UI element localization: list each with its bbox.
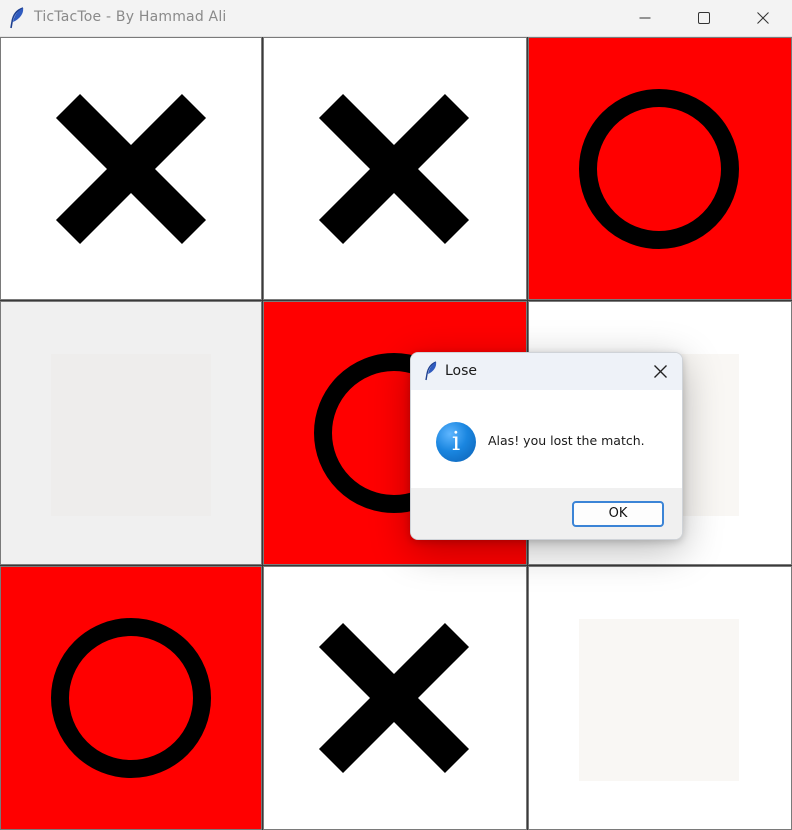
x-mark-icon (318, 93, 470, 245)
app-window: TicTacToe - By Hammad Ali Lose i Alas! y… (0, 0, 792, 830)
dialog-body: i Alas! you lost the match. (411, 390, 682, 488)
dialog-title: Lose (445, 363, 478, 379)
board-cell-r1-c2[interactable] (263, 37, 527, 300)
dialog-title-bar[interactable]: Lose (411, 353, 682, 390)
feather-icon (10, 7, 24, 29)
ok-button[interactable]: OK (572, 501, 664, 527)
board-cell-r3-c2[interactable] (263, 566, 527, 830)
dialog-message: Alas! you lost the match. (488, 433, 645, 448)
empty-cell-placeholder (579, 619, 739, 781)
close-icon (654, 365, 667, 378)
maximize-icon (698, 12, 710, 24)
title-bar[interactable]: TicTacToe - By Hammad Ali (0, 0, 792, 37)
info-icon: i (436, 422, 476, 462)
board-cell-r1-c1[interactable] (0, 37, 262, 300)
x-mark-icon (318, 622, 470, 774)
close-button[interactable] (740, 0, 786, 36)
board-cell-r3-c3[interactable] (528, 566, 792, 830)
close-icon (757, 12, 769, 24)
board-cell-r1-c3[interactable] (528, 37, 792, 300)
minimize-button[interactable] (622, 0, 668, 36)
lose-dialog: Lose i Alas! you lost the match. OK (410, 352, 683, 540)
dialog-footer: OK (411, 488, 682, 539)
dialog-close-button[interactable] (649, 361, 673, 383)
feather-icon (425, 361, 437, 381)
empty-cell-placeholder (51, 354, 211, 516)
x-mark-icon (55, 93, 207, 245)
maximize-button[interactable] (681, 0, 727, 36)
o-mark-icon (579, 89, 739, 249)
minimize-icon (639, 17, 651, 19)
board-cell-r2-c1[interactable] (0, 301, 262, 565)
window-title: TicTacToe - By Hammad Ali (34, 9, 227, 25)
o-mark-icon (51, 618, 211, 778)
board-cell-r3-c1[interactable] (0, 566, 262, 830)
